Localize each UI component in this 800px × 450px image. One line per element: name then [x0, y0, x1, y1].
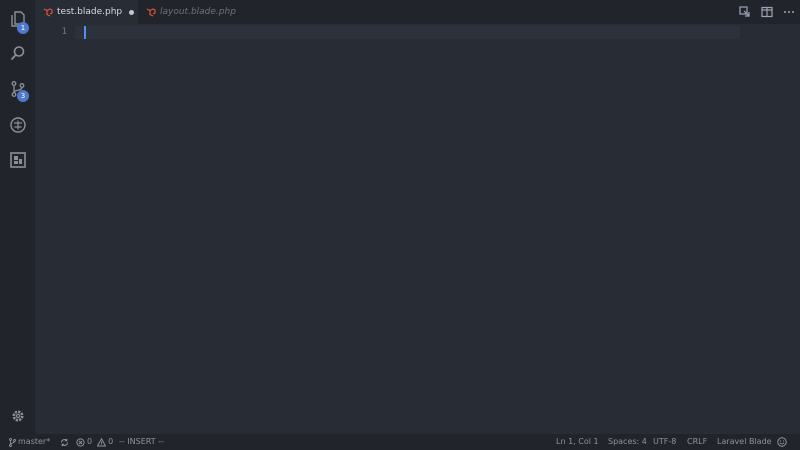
search-icon [10, 46, 24, 61]
split-editor-icon [761, 6, 773, 18]
current-line-highlight [75, 26, 740, 39]
source-control-button[interactable]: 3 [0, 74, 35, 104]
warning-icon [97, 437, 107, 446]
more-actions-button[interactable] [778, 0, 800, 24]
tab-layout-blade[interactable]: layout.blade.php [138, 0, 248, 24]
settings-button[interactable] [0, 401, 35, 431]
indentation[interactable]: Spaces: 4 [608, 434, 647, 450]
extensions-button[interactable] [0, 145, 35, 175]
open-changes-icon [739, 6, 750, 17]
open-changes-button[interactable] [734, 0, 756, 24]
line-endings[interactable]: CRLF [687, 434, 707, 450]
source-control-badge: 3 [17, 90, 29, 102]
laravel-icon [43, 8, 53, 17]
status-bar: master* 0 0 -- INSERT -- Ln 1, Col 1 Spa… [0, 434, 800, 450]
sync-icon [61, 438, 68, 446]
tab-label: test.blade.php [57, 7, 123, 17]
more-icon [784, 11, 794, 13]
tab-bar: test.blade.php layout.blade.php [35, 0, 800, 24]
tab-test-blade[interactable]: test.blade.php [35, 0, 138, 24]
text-cursor [84, 26, 86, 39]
error-count: 0 [87, 437, 93, 446]
explorer-button[interactable]: 1 [0, 4, 35, 34]
split-editor-button[interactable] [756, 0, 778, 24]
error-icon [76, 437, 85, 447]
vim-mode: -- INSERT -- [119, 437, 164, 446]
tab-actions [734, 0, 800, 24]
language-mode[interactable]: Laravel Blade [717, 434, 772, 450]
problems-indicator[interactable]: 0 0 [76, 434, 113, 450]
editor-window: 1 3 test.blade.php layout.blade.php 1 ma… [0, 0, 800, 450]
debug-icon [9, 117, 26, 133]
sync-button[interactable] [60, 434, 71, 450]
tab-label: layout.blade.php [160, 7, 236, 17]
encoding[interactable]: UTF-8 [653, 434, 676, 450]
laravel-icon [146, 8, 156, 17]
editor-area[interactable]: 1 [35, 24, 800, 434]
unsaved-dot-icon [129, 9, 135, 15]
warning-count: 0 [108, 437, 114, 446]
branch-indicator[interactable]: master* [9, 434, 50, 450]
gear-icon [12, 410, 23, 422]
smiley-icon [777, 437, 787, 447]
cursor-position[interactable]: Ln 1, Col 1 [556, 434, 599, 450]
feedback-button[interactable] [777, 434, 789, 450]
line-number: 1 [61, 27, 67, 37]
branch-name: master* [18, 437, 51, 446]
explorer-badge: 1 [17, 22, 29, 34]
git-branch-icon [9, 437, 16, 447]
debug-button[interactable] [0, 110, 35, 140]
search-button[interactable] [0, 38, 35, 68]
activity-bar: 1 3 [0, 0, 35, 434]
extensions-icon [9, 152, 26, 168]
